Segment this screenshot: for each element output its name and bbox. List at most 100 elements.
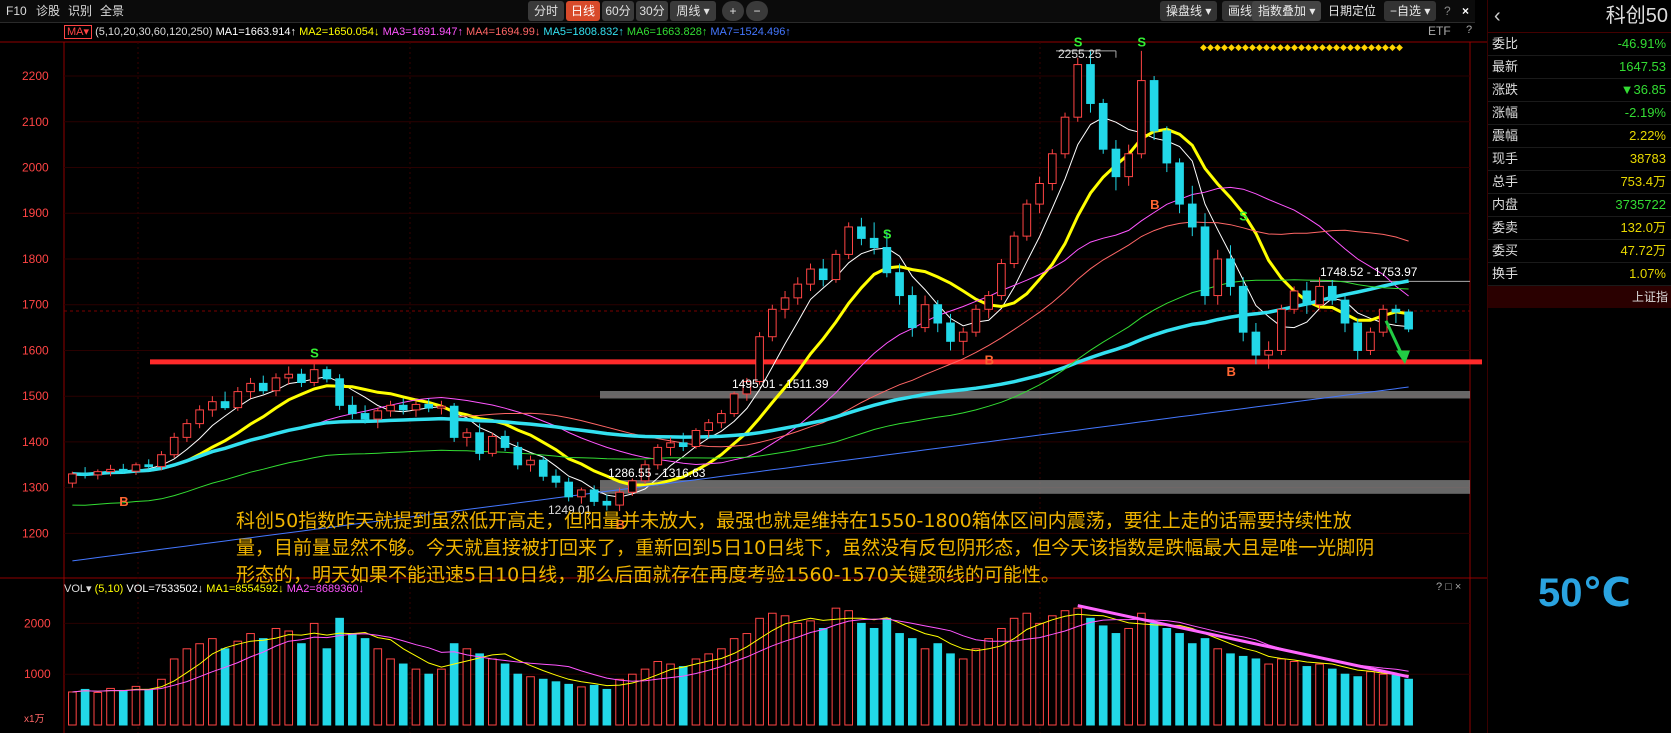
signal-dot: ◆: [1361, 42, 1368, 52]
signal-dot: ◆: [1270, 42, 1277, 52]
volume-bar: [1378, 673, 1388, 726]
volume-bar: [1086, 617, 1095, 726]
candle-up: [666, 442, 675, 448]
volume-bar: [157, 678, 166, 726]
quote-row-label: 委卖: [1492, 220, 1519, 235]
volume-bar: [513, 673, 523, 726]
quote-row-label: 震幅: [1492, 128, 1519, 143]
volume-bar: [615, 678, 624, 726]
signal-dot: ◆: [1347, 42, 1354, 52]
price-tick-label: 1300: [22, 481, 49, 495]
volume-bar: [1404, 678, 1413, 726]
volume-bar: [551, 681, 561, 726]
volume-bar: [806, 620, 815, 726]
candle-up: [462, 432, 472, 438]
signal-dot: ◆: [1312, 42, 1319, 52]
volume-bar: [1277, 658, 1286, 726]
candle-down: [1187, 203, 1197, 228]
candle-down: [449, 405, 459, 438]
candle-down: [946, 322, 955, 342]
signal-dot: ◆: [1319, 42, 1326, 52]
quote-row-label: 最新: [1492, 59, 1519, 74]
volume-bar: [1327, 668, 1337, 726]
volume-bar: [1200, 638, 1210, 726]
buy-signal: B: [1226, 364, 1235, 379]
candle-up: [1289, 290, 1299, 310]
quote-row-label: 委买: [1492, 243, 1519, 258]
candle-down: [322, 369, 332, 380]
candle-down: [258, 382, 268, 392]
candle-down: [907, 295, 917, 329]
volume-bar: [564, 683, 574, 726]
candle-up: [1073, 64, 1083, 118]
quote-row-value: 1.07%: [1629, 266, 1666, 281]
volume-bar: [1035, 622, 1044, 726]
candle-down: [1251, 331, 1261, 356]
volume-bar: [386, 658, 395, 726]
candle-down: [895, 272, 904, 297]
candle-down: [933, 304, 943, 324]
candle-up: [628, 480, 637, 493]
signal-dot: ◆: [1256, 42, 1263, 52]
volume-bar: [577, 686, 586, 726]
volume-bar: [869, 627, 879, 726]
buy-signal: B: [985, 352, 994, 367]
volume-bar: [933, 643, 943, 726]
volume-bar: [1238, 655, 1248, 726]
candle-up: [1277, 308, 1286, 351]
candle-down: [1353, 322, 1363, 351]
quote-row: 委比 -46.91%: [1488, 33, 1671, 56]
candle-up: [755, 336, 764, 383]
quote-footer-row[interactable]: 上证指: [1488, 286, 1671, 308]
quote-row-label: 换手: [1492, 266, 1519, 281]
candle-up: [68, 473, 77, 484]
candle-down: [144, 464, 154, 468]
volume-bar: [195, 643, 204, 726]
candle-down: [475, 432, 484, 454]
volume-bar: [500, 663, 510, 726]
quote-row: 内盘 3735722: [1488, 194, 1671, 217]
candle-up: [1060, 116, 1070, 155]
volume-bar: [1162, 627, 1172, 726]
candle-up: [1264, 349, 1273, 356]
quote-row-value: -2.19%: [1624, 105, 1666, 120]
signal-dot: ◆: [1326, 42, 1333, 52]
candle-down: [398, 404, 408, 411]
candle-up: [1137, 80, 1146, 155]
sell-signal: S: [1239, 208, 1248, 223]
candle-down: [1302, 290, 1312, 306]
price-tick-label: 2000: [22, 160, 49, 174]
price-zone-band: [600, 480, 1470, 494]
volume-bar: [640, 668, 650, 726]
ma-layer: [72, 117, 1409, 562]
quote-row: 现手 38783: [1488, 148, 1671, 171]
back-arrow-icon[interactable]: ‹: [1494, 0, 1501, 32]
candle-up: [93, 471, 103, 476]
volume-bar: [449, 643, 459, 726]
volume-bar: [1302, 666, 1312, 726]
volume-bar: [602, 688, 612, 726]
volume-bar: [1353, 676, 1363, 726]
volume-bar: [653, 661, 663, 726]
volume-bar: [1047, 615, 1057, 726]
sell-signal: S: [1137, 35, 1146, 50]
candle-up: [195, 409, 204, 425]
candle-down: [602, 500, 612, 506]
volume-bar: [309, 622, 319, 726]
volume-bar: [80, 688, 90, 726]
candle-down: [1327, 285, 1337, 301]
vol-dropdown[interactable]: VOL▾: [64, 583, 92, 595]
quote-row-label: 涨幅: [1492, 105, 1519, 120]
candle-up: [1315, 285, 1324, 306]
volume-bar: [755, 617, 764, 726]
quote-row-value: 47.72万: [1620, 243, 1666, 258]
signal-dot: ◆: [1291, 42, 1298, 52]
kline-chart[interactable]: 1200 1300 1400 1500 1600 1700 1800 1900 2000 2100…: [0, 0, 1487, 733]
volume-bar: [169, 658, 179, 726]
volume-bar: [717, 648, 726, 726]
volume-bar: [1098, 625, 1108, 726]
candle-down: [1226, 258, 1235, 287]
candle-down: [1149, 80, 1159, 132]
candle-up: [780, 297, 790, 310]
quote-row-value: 38783: [1629, 151, 1666, 166]
